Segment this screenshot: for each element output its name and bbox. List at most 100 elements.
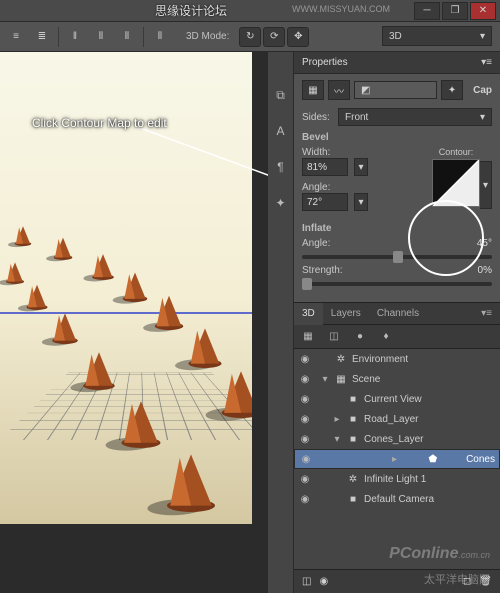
tab-channels[interactable]: Channels	[369, 303, 427, 325]
visibility-icon[interactable]: ◉	[298, 474, 312, 485]
rail-paragraph-icon[interactable]: ¶	[272, 158, 290, 176]
mode-label: 3D Mode:	[186, 31, 229, 42]
watermark-cn-bottom: 太平洋电脑网	[424, 571, 490, 587]
contour-label: Contour:	[439, 147, 474, 157]
angle-input[interactable]: 72°	[302, 193, 348, 211]
panel-rail: ⧉ A ¶ ✦	[268, 52, 294, 593]
watermark-cn-top: 思缘设计论坛	[155, 2, 227, 19]
tab-3d[interactable]: 3D	[294, 303, 323, 325]
cone-mesh[interactable]	[55, 238, 71, 260]
item-label: Infinite Light 1	[364, 474, 426, 485]
rail-history-icon[interactable]: ⧉	[272, 86, 290, 104]
rail-type-icon[interactable]: A	[272, 122, 290, 140]
filter-mesh-icon[interactable]: ◫	[326, 329, 342, 345]
cone-mesh[interactable]	[85, 352, 112, 390]
item-label: Current View	[364, 394, 422, 405]
cone-mesh[interactable]	[157, 296, 182, 330]
tree-row[interactable]: ◉▸■Road_Layer	[294, 409, 500, 429]
cone-mesh[interactable]	[170, 454, 212, 512]
filter-light-icon[interactable]: ♦	[378, 329, 394, 345]
distribute-icon-3[interactable]: ⦀	[117, 27, 137, 47]
cone-mesh[interactable]	[54, 313, 76, 344]
tree-row[interactable]: ◉▾■Cones_Layer	[294, 429, 500, 449]
cone-mesh[interactable]	[224, 371, 252, 418]
distribute-icon[interactable]: ‖	[65, 27, 85, 47]
properties-tab[interactable]: Properties ▾≡	[294, 52, 500, 74]
visibility-icon[interactable]: ◉	[298, 414, 312, 425]
visibility-icon[interactable]: ◉	[299, 454, 313, 465]
restore-button[interactable]: ❐	[442, 2, 468, 20]
orbit-icon[interactable]: ↻	[239, 27, 261, 47]
twisty-icon[interactable]: ▸	[390, 454, 400, 465]
minimize-button[interactable]: ─	[414, 2, 440, 20]
visibility-icon[interactable]: ◉	[298, 354, 312, 365]
scene-tree[interactable]: ◉✲Environment◉▾▦Scene◉■Current View◉▸■Ro…	[294, 349, 500, 569]
twisty-icon[interactable]: ▾	[320, 374, 330, 385]
move-icon[interactable]: ✥	[287, 27, 309, 47]
tree-row[interactable]: ◉ ▸ ⬟ Cones	[294, 449, 500, 469]
tree-row[interactable]: ◉▾▦Scene	[294, 369, 500, 389]
visibility-icon[interactable]: ◉	[298, 394, 312, 405]
sides-label: Sides:	[302, 112, 332, 123]
visibility-icon[interactable]: ◉	[298, 434, 312, 445]
mesh-tab-icon[interactable]: ▦	[302, 80, 324, 100]
properties-title: Properties	[302, 57, 348, 68]
tree-row[interactable]: ◉■Default Camera	[294, 489, 500, 509]
align-icon-2[interactable]: ≣	[32, 27, 52, 47]
inflate-angle-slider[interactable]	[302, 255, 492, 259]
roll-icon[interactable]: ⟳	[263, 27, 285, 47]
right-panels: Properties ▾≡ ▦ 〰 ◩ ✦ Cap Sides: Front▾ …	[294, 52, 500, 593]
visibility-icon[interactable]: ◉	[298, 374, 312, 385]
cone-mesh[interactable]	[124, 401, 158, 448]
filter-material-icon[interactable]: ●	[352, 329, 368, 345]
panel-tabs: 3D Layers Channels ▾≡	[294, 303, 500, 325]
cone-mesh[interactable]	[7, 262, 23, 284]
width-input[interactable]: 81%	[302, 158, 348, 176]
close-button[interactable]: ✕	[470, 2, 496, 20]
item-label: Cones	[466, 454, 495, 465]
cone-mesh[interactable]	[16, 226, 30, 246]
tree-row[interactable]: ◉■Current View	[294, 389, 500, 409]
panel-menu-icon[interactable]: ▾≡	[481, 57, 492, 68]
tab-layers[interactable]: Layers	[323, 303, 369, 325]
contour-map[interactable]	[432, 159, 480, 207]
item-type-icon: ■	[346, 414, 360, 425]
tree-row[interactable]: ◉✲Infinite Light 1	[294, 469, 500, 489]
footer-picker-icon[interactable]: ◫	[302, 576, 311, 587]
deform-tab-icon[interactable]: 〰	[328, 80, 350, 100]
distribute-icon-4[interactable]: ⦀	[150, 27, 170, 47]
cone-mesh[interactable]	[124, 272, 145, 302]
inflate-heading: Inflate	[302, 223, 492, 234]
workspace-dropdown[interactable]: 3D▾	[382, 26, 492, 46]
align-icon[interactable]: ≡	[6, 27, 26, 47]
twisty-icon[interactable]: ▾	[332, 434, 342, 445]
cone-mesh[interactable]	[28, 285, 46, 310]
distribute-icon-2[interactable]: ⦀	[91, 27, 111, 47]
sides-dropdown[interactable]: Front▾	[338, 108, 492, 126]
sides-value: Front	[345, 112, 368, 123]
filter-scene-icon[interactable]: ▦	[300, 329, 316, 345]
angle-stepper[interactable]: ▾	[354, 193, 368, 211]
inflate-angle-label: Angle:	[302, 238, 332, 249]
watermark-pconline: PConline.com.cn	[389, 545, 490, 563]
inflate-angle-value: 45°	[458, 238, 492, 249]
cone-mesh[interactable]	[191, 328, 220, 368]
coord-tab-icon[interactable]: ✦	[441, 80, 463, 100]
item-type-icon: ⬟	[426, 454, 440, 465]
visibility-icon[interactable]: ◉	[298, 494, 312, 505]
item-type-icon: ▦	[334, 374, 348, 385]
panel-menu-icon[interactable]: ▾≡	[473, 303, 500, 325]
cap-tab-icon[interactable]: ◩	[354, 81, 437, 99]
item-type-icon: ■	[346, 434, 360, 445]
width-stepper[interactable]: ▾	[354, 158, 368, 176]
footer-render-icon[interactable]: ◉	[319, 576, 328, 587]
twisty-icon[interactable]: ▸	[332, 414, 342, 425]
canvas-area[interactable]: Click Contour Map to edit	[0, 52, 268, 593]
tooltip-text: Click Contour Map to edit	[32, 116, 167, 130]
rail-tool-icon[interactable]: ✦	[272, 194, 290, 212]
cone-mesh[interactable]	[94, 254, 113, 280]
strength-slider[interactable]	[302, 282, 492, 286]
workspace-value: 3D	[389, 31, 402, 42]
contour-preset-dropdown[interactable]: ▾	[480, 161, 492, 209]
tree-row[interactable]: ◉✲Environment	[294, 349, 500, 369]
